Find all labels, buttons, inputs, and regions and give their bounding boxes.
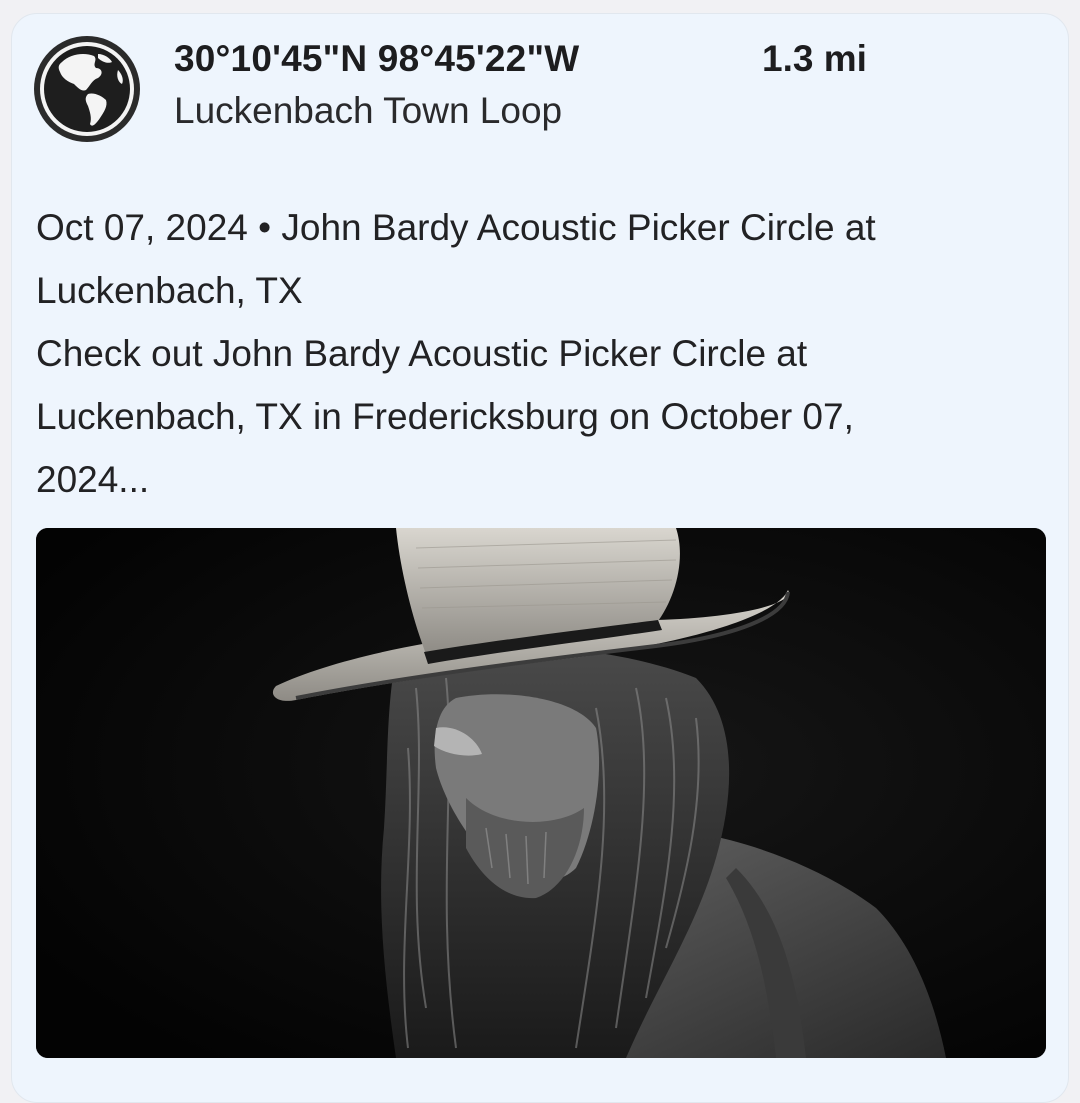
post-image[interactable] xyxy=(36,528,1046,1058)
post-snippet-line: Luckenbach, TX in Fredericksburg on Octo… xyxy=(36,396,854,437)
post-body[interactable]: Oct 07, 2024 • John Bardy Acoustic Picke… xyxy=(36,196,1046,511)
globe-icon[interactable] xyxy=(32,34,142,144)
post-headline-line: Luckenbach, TX xyxy=(36,270,303,311)
post-headline-line: Oct 07, 2024 • John Bardy Acoustic Picke… xyxy=(36,207,876,248)
post-snippet-line: 2024... xyxy=(36,459,150,500)
distance-text: 1.3 mi xyxy=(762,38,867,79)
post-card[interactable]: 30°10'45"N 98°45'22"W 1.3 mi Luckenbach … xyxy=(11,13,1069,1103)
coordinates-text: 30°10'45"N 98°45'22"W xyxy=(174,38,580,79)
location-name-link[interactable]: Luckenbach Town Loop xyxy=(174,90,562,132)
post-snippet-line: Check out John Bardy Acoustic Picker Cir… xyxy=(36,333,808,374)
